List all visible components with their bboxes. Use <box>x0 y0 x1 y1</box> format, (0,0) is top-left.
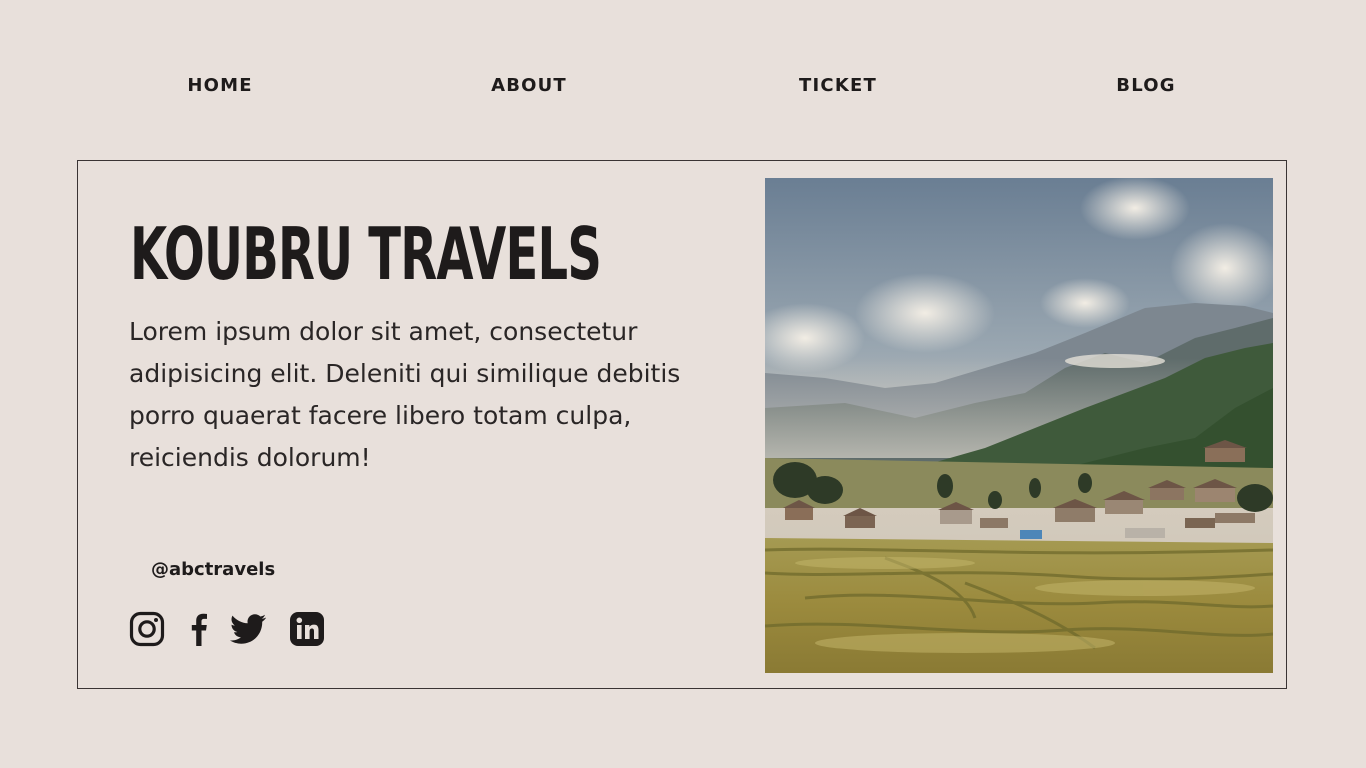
social-handle: @abctravels <box>151 559 276 580</box>
facebook-icon[interactable] <box>181 611 217 647</box>
twitter-icon[interactable] <box>228 611 268 647</box>
main-nav: HOME ABOUT TICKET BLOG <box>0 72 1366 100</box>
nav-about-link[interactable]: ABOUT <box>449 72 609 100</box>
linkedin-icon[interactable] <box>289 611 325 647</box>
nav-ticket-link[interactable]: TICKET <box>758 72 918 100</box>
nav-blog-link[interactable]: BLOG <box>1066 72 1226 100</box>
hero-card: KOUBRU TRAVELS Lorem ipsum dolor sit ame… <box>77 160 1287 689</box>
nav-home-link[interactable]: HOME <box>140 72 300 100</box>
hero-title: KOUBRU TRAVELS <box>130 212 602 296</box>
mountain-village-rice-field-photo <box>765 178 1273 673</box>
instagram-icon[interactable] <box>129 611 165 647</box>
hero-description: Lorem ipsum dolor sit amet, consectetur … <box>129 317 681 472</box>
